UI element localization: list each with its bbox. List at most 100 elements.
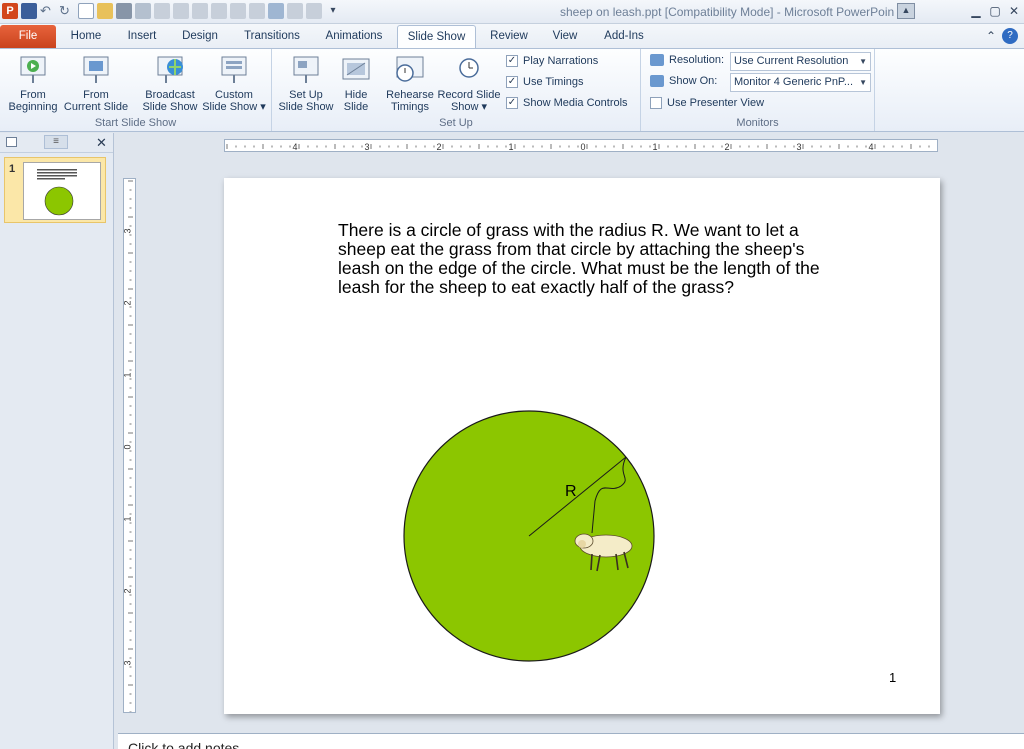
picture-icon[interactable] xyxy=(268,3,284,19)
outline-tab-icon[interactable]: ≡ xyxy=(44,135,68,149)
broadcast-slide-show-button[interactable]: Broadcast Slide Show xyxy=(140,53,200,113)
show-on-value: Monitor 4 Generic PnP... xyxy=(734,76,854,88)
tab-home[interactable]: Home xyxy=(62,25,110,48)
crop-icon[interactable] xyxy=(249,3,265,19)
play-narrations-checkbox[interactable]: ✓ Play Narrations xyxy=(506,55,598,67)
show-on-dropdown[interactable]: Monitor 4 Generic PnP... ▼ xyxy=(730,73,871,92)
customize-qat-icon[interactable]: ▾ xyxy=(325,3,341,19)
tab-add-ins[interactable]: Add-Ins xyxy=(596,25,652,48)
from-beginning-label: From xyxy=(20,89,46,101)
help-question-icon[interactable]: ? xyxy=(1002,28,1018,44)
shapes-icon[interactable] xyxy=(211,3,227,19)
hide-slide-button[interactable]: Hide Slide xyxy=(336,53,376,113)
vertical-ruler[interactable]: 3 2 1 0 1 2 3 xyxy=(123,178,136,713)
tab-slide-show[interactable]: Slide Show xyxy=(397,25,476,48)
close-panel-icon[interactable]: ✕ xyxy=(96,135,107,151)
powerpoint-app-icon[interactable]: P xyxy=(2,3,18,19)
maximize-button[interactable]: ▢ xyxy=(986,3,1004,19)
resolution-value: Use Current Resolution xyxy=(734,55,849,67)
print-icon[interactable] xyxy=(116,3,132,19)
close-button[interactable]: ✕ xyxy=(1005,3,1023,19)
table-icon[interactable] xyxy=(306,3,322,19)
ribbon-minimize-icon[interactable]: ⌃ xyxy=(982,28,1000,44)
quick-access-toolbar: P ↶ ↻ ▾ xyxy=(2,3,341,19)
group-icon[interactable] xyxy=(192,3,208,19)
tab-transitions[interactable]: Transitions xyxy=(236,25,308,48)
new-document-icon[interactable] xyxy=(78,3,94,19)
thumbnail-drawing xyxy=(37,169,77,216)
resolution-icon xyxy=(650,54,664,66)
ruler-label: 1 xyxy=(508,142,513,152)
group-monitors: Resolution: Use Current Resolution ▼ Sho… xyxy=(641,49,875,131)
from-current-label: From xyxy=(83,89,109,101)
set-up-icon xyxy=(290,53,322,85)
chevron-down-icon: ▼ xyxy=(859,57,867,66)
redo-icon[interactable]: ↻ xyxy=(59,3,75,19)
ruler-label: 4 xyxy=(292,142,297,152)
ruler-label: 2 xyxy=(124,300,133,305)
horizontal-ruler[interactable]: 4 3 2 1 0 1 2 3 4 xyxy=(224,139,938,152)
ruler-label: 0 xyxy=(124,444,133,449)
slide-thumbnail-preview xyxy=(23,162,101,220)
align-icon[interactable] xyxy=(173,3,189,19)
set-up-slide-show-button[interactable]: Set Up Slide Show xyxy=(276,53,336,113)
slides-tab-icon[interactable] xyxy=(6,137,17,147)
checkmark-icon: ✓ xyxy=(506,76,518,88)
draw-icon[interactable] xyxy=(230,3,246,19)
undo-icon[interactable]: ↶ xyxy=(40,3,56,19)
ruler-label: 3 xyxy=(796,142,801,152)
from-current-slide-icon xyxy=(80,53,112,85)
from-beginning-button[interactable]: From Beginning xyxy=(4,53,62,113)
print-preview-icon[interactable] xyxy=(135,3,151,19)
record-label: Record Slide xyxy=(437,89,501,101)
rehearse-label-2: Timings xyxy=(390,101,430,113)
use-timings-checkbox[interactable]: ✓ Use Timings xyxy=(506,76,584,88)
save-icon[interactable] xyxy=(21,3,37,19)
slides-panel: ≡ ✕ 1 xyxy=(0,133,114,749)
grass-diagram: R xyxy=(403,410,655,662)
record-icon xyxy=(453,53,485,85)
window-title: sheep on leash.ppt [Compatibility Mode] … xyxy=(560,5,895,19)
ruler-label: 2 xyxy=(436,142,441,152)
show-on-label-row: Show On: xyxy=(650,75,717,87)
monitor-icon xyxy=(650,75,664,87)
tab-view[interactable]: View xyxy=(543,25,587,48)
slide-thumbnail[interactable]: 1 xyxy=(4,157,106,223)
empty-checkbox-icon xyxy=(650,97,662,109)
custom-label-2: Slide Show ▾ xyxy=(202,101,266,113)
notes-pane[interactable]: Click to add notes xyxy=(118,733,1024,749)
use-presenter-view-checkbox[interactable]: Use Presenter View xyxy=(650,97,764,109)
ribbon: From Beginning From Current Slide Broadc… xyxy=(0,48,1024,132)
from-current-slide-button[interactable]: From Current Slide xyxy=(63,53,129,113)
group-start-slide-show: From Beginning From Current Slide Broadc… xyxy=(0,49,272,131)
tab-file[interactable]: File xyxy=(0,25,56,48)
slide-canvas[interactable]: There is a circle of grass with the radi… xyxy=(224,178,940,714)
minimize-button[interactable]: ▁ xyxy=(967,3,985,19)
help-icon[interactable]: ▲ xyxy=(897,3,915,19)
ribbon-tabs: File Home Insert Design Transitions Anim… xyxy=(0,24,1024,48)
group-label-monitors: Monitors xyxy=(736,117,779,129)
slide-thumbnail-number: 1 xyxy=(9,163,16,175)
from-beginning-icon xyxy=(17,53,49,85)
presenter-view-label: Use Presenter View xyxy=(667,97,765,109)
chevron-down-icon: ▼ xyxy=(859,78,867,87)
ruler-label: 0 xyxy=(580,142,585,152)
tab-review[interactable]: Review xyxy=(484,25,534,48)
ruler-label: 1 xyxy=(652,142,657,152)
tab-design[interactable]: Design xyxy=(174,25,226,48)
hide-slide-icon xyxy=(340,53,372,85)
rehearse-timings-button[interactable]: Rehearse Timings xyxy=(384,53,436,113)
record-slide-show-button[interactable]: Record Slide Show ▾ xyxy=(436,53,502,113)
tab-animations[interactable]: Animations xyxy=(318,25,390,48)
resolution-dropdown[interactable]: Use Current Resolution ▼ xyxy=(730,52,871,71)
tab-insert[interactable]: Insert xyxy=(118,25,166,48)
rehearse-icon xyxy=(394,53,426,85)
spelling-icon[interactable] xyxy=(154,3,170,19)
move-icon[interactable] xyxy=(287,3,303,19)
title-bar: P ↶ ↻ ▾ sheep on leash.ppt [Compatibilit… xyxy=(0,0,1024,24)
custom-slide-show-button[interactable]: Custom Slide Show ▾ xyxy=(201,53,267,113)
broadcast-icon xyxy=(154,53,186,85)
slide-page-number: 1 xyxy=(889,670,897,685)
open-folder-icon[interactable] xyxy=(97,3,113,19)
show-media-controls-checkbox[interactable]: ✓ Show Media Controls xyxy=(506,97,628,109)
